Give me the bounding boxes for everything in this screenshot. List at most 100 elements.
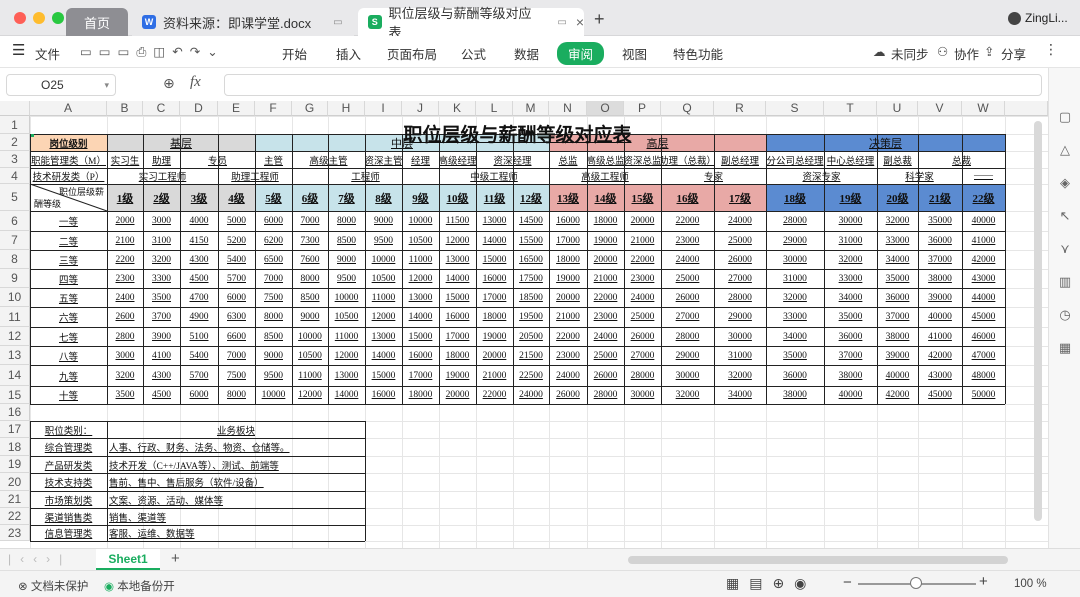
pay-value[interactable]: 14000: [402, 307, 439, 327]
pay-value[interactable]: 26000: [549, 386, 587, 404]
pay-value[interactable]: 36000: [918, 231, 962, 250]
pay-value[interactable]: 36000: [824, 327, 877, 346]
pay-value[interactable]: 36000: [766, 365, 824, 386]
column-header-M[interactable]: M: [513, 101, 549, 116]
row4-item[interactable]: 高级工程师: [549, 168, 661, 184]
vertical-scrollbar[interactable]: [1034, 121, 1042, 521]
pay-value[interactable]: 31000: [714, 346, 766, 365]
collaborate-button[interactable]: 协作: [954, 44, 979, 63]
scope-header[interactable]: 业务板块: [107, 421, 365, 438]
pay-value[interactable]: 37000: [918, 250, 962, 269]
pay-level[interactable]: 三等: [30, 250, 107, 269]
pay-value[interactable]: 15000: [365, 365, 402, 386]
shape-icon[interactable]: △: [1058, 133, 1072, 166]
pay-value[interactable]: 3000: [143, 211, 180, 231]
pay-value[interactable]: 11000: [402, 250, 439, 269]
category-name[interactable]: 技术支持类: [30, 473, 107, 491]
tab-screen-icon[interactable]: ▭: [333, 17, 342, 28]
more-icon[interactable]: ⋮: [1044, 41, 1058, 58]
grade-22[interactable]: 22级: [962, 184, 1005, 211]
column-header-E[interactable]: E: [218, 101, 255, 116]
new-tab-button[interactable]: +: [594, 9, 605, 30]
row-header-3[interactable]: 3: [0, 151, 30, 168]
grade-20[interactable]: 20级: [877, 184, 918, 211]
pay-value[interactable]: 24000: [624, 288, 661, 307]
collaborate-icon[interactable]: ⚇: [937, 44, 948, 59]
corner-cell[interactable]: [0, 101, 30, 116]
format-icon[interactable]: ▢: [1058, 100, 1072, 133]
pay-value[interactable]: 5400: [218, 250, 255, 269]
pay-value[interactable]: 11000: [292, 365, 328, 386]
pay-value[interactable]: 2100: [107, 231, 143, 250]
pay-value[interactable]: 7000: [218, 346, 255, 365]
column-header-extra[interactable]: [1005, 101, 1048, 116]
pay-value[interactable]: 3900: [143, 327, 180, 346]
pay-value[interactable]: 22500: [513, 365, 549, 386]
pay-value[interactable]: 13000: [439, 250, 476, 269]
pay-value[interactable]: 3200: [143, 250, 180, 269]
pay-value[interactable]: 14000: [365, 346, 402, 365]
row3-item[interactable]: 高级经理: [439, 151, 476, 168]
pay-value[interactable]: 29000: [714, 307, 766, 327]
protect-status[interactable]: ⊗ 文档未保护: [18, 578, 88, 594]
pay-value[interactable]: 5700: [218, 269, 255, 288]
pay-value[interactable]: 33000: [766, 307, 824, 327]
pay-value[interactable]: 18000: [476, 307, 513, 327]
grade-10[interactable]: 10级: [439, 184, 476, 211]
pay-value[interactable]: 5000: [218, 211, 255, 231]
pay-level[interactable]: 六等: [30, 307, 107, 327]
pay-value[interactable]: 15500: [513, 231, 549, 250]
pay-level[interactable]: 七等: [30, 327, 107, 346]
pay-value[interactable]: 42000: [877, 386, 918, 404]
row3-item[interactable]: 专员: [180, 151, 255, 168]
pay-value[interactable]: 45000: [962, 307, 1005, 327]
pay-value[interactable]: 7500: [255, 288, 292, 307]
row4-label[interactable]: 技术研发类（P）: [30, 168, 107, 184]
row-header-22[interactable]: 22: [0, 508, 30, 525]
pay-value[interactable]: 4000: [180, 211, 218, 231]
add-sheet-button[interactable]: +: [171, 550, 180, 567]
pay-value[interactable]: 15000: [402, 327, 439, 346]
pay-value[interactable]: 32000: [766, 288, 824, 307]
pay-value[interactable]: 23000: [624, 269, 661, 288]
pay-level[interactable]: 十等: [30, 386, 107, 404]
pay-value[interactable]: 40000: [962, 211, 1005, 231]
pay-value[interactable]: 5400: [180, 346, 218, 365]
pay-value[interactable]: 31000: [824, 231, 877, 250]
pay-value[interactable]: 9500: [328, 269, 365, 288]
pay-value[interactable]: 2800: [107, 327, 143, 346]
pay-value[interactable]: 9500: [365, 231, 402, 250]
column-header-W[interactable]: W: [962, 101, 1005, 116]
category-scope[interactable]: 文案、资源、活动、媒体等: [107, 491, 365, 508]
pay-value[interactable]: 37000: [877, 307, 918, 327]
pay-value[interactable]: 10500: [402, 231, 439, 250]
pay-value[interactable]: 15000: [439, 288, 476, 307]
pay-value[interactable]: 17000: [439, 327, 476, 346]
pay-value[interactable]: 9000: [365, 211, 402, 231]
pay-value[interactable]: 45000: [918, 386, 962, 404]
pay-value[interactable]: 18000: [549, 250, 587, 269]
pay-value[interactable]: 20500: [513, 327, 549, 346]
grade-11[interactable]: 11级: [476, 184, 513, 211]
tab-formula[interactable]: 公式: [461, 44, 486, 63]
pay-value[interactable]: 10000: [402, 211, 439, 231]
pay-value[interactable]: 10000: [255, 386, 292, 404]
grade-17[interactable]: 17级: [714, 184, 766, 211]
pay-value[interactable]: 12000: [402, 269, 439, 288]
pay-value[interactable]: 44000: [962, 288, 1005, 307]
pay-value[interactable]: 6000: [255, 211, 292, 231]
zoom-out-button[interactable]: −: [843, 574, 852, 591]
pay-value[interactable]: 16500: [513, 250, 549, 269]
column-header-T[interactable]: T: [824, 101, 877, 116]
row3-item[interactable]: 主管: [255, 151, 292, 168]
pay-value[interactable]: 32000: [714, 365, 766, 386]
quick-access-toolbar[interactable]: ▭▭▭⎙◫↶↷⌄: [80, 44, 225, 60]
pay-value[interactable]: 12000: [365, 307, 402, 327]
grade-5[interactable]: 5级: [255, 184, 292, 211]
column-header-D[interactable]: D: [180, 101, 218, 116]
zoom-window-button[interactable]: [52, 12, 64, 24]
pay-value[interactable]: 4100: [143, 346, 180, 365]
pay-value[interactable]: 20000: [549, 288, 587, 307]
pay-value[interactable]: 27000: [714, 269, 766, 288]
column-header-P[interactable]: P: [624, 101, 661, 116]
